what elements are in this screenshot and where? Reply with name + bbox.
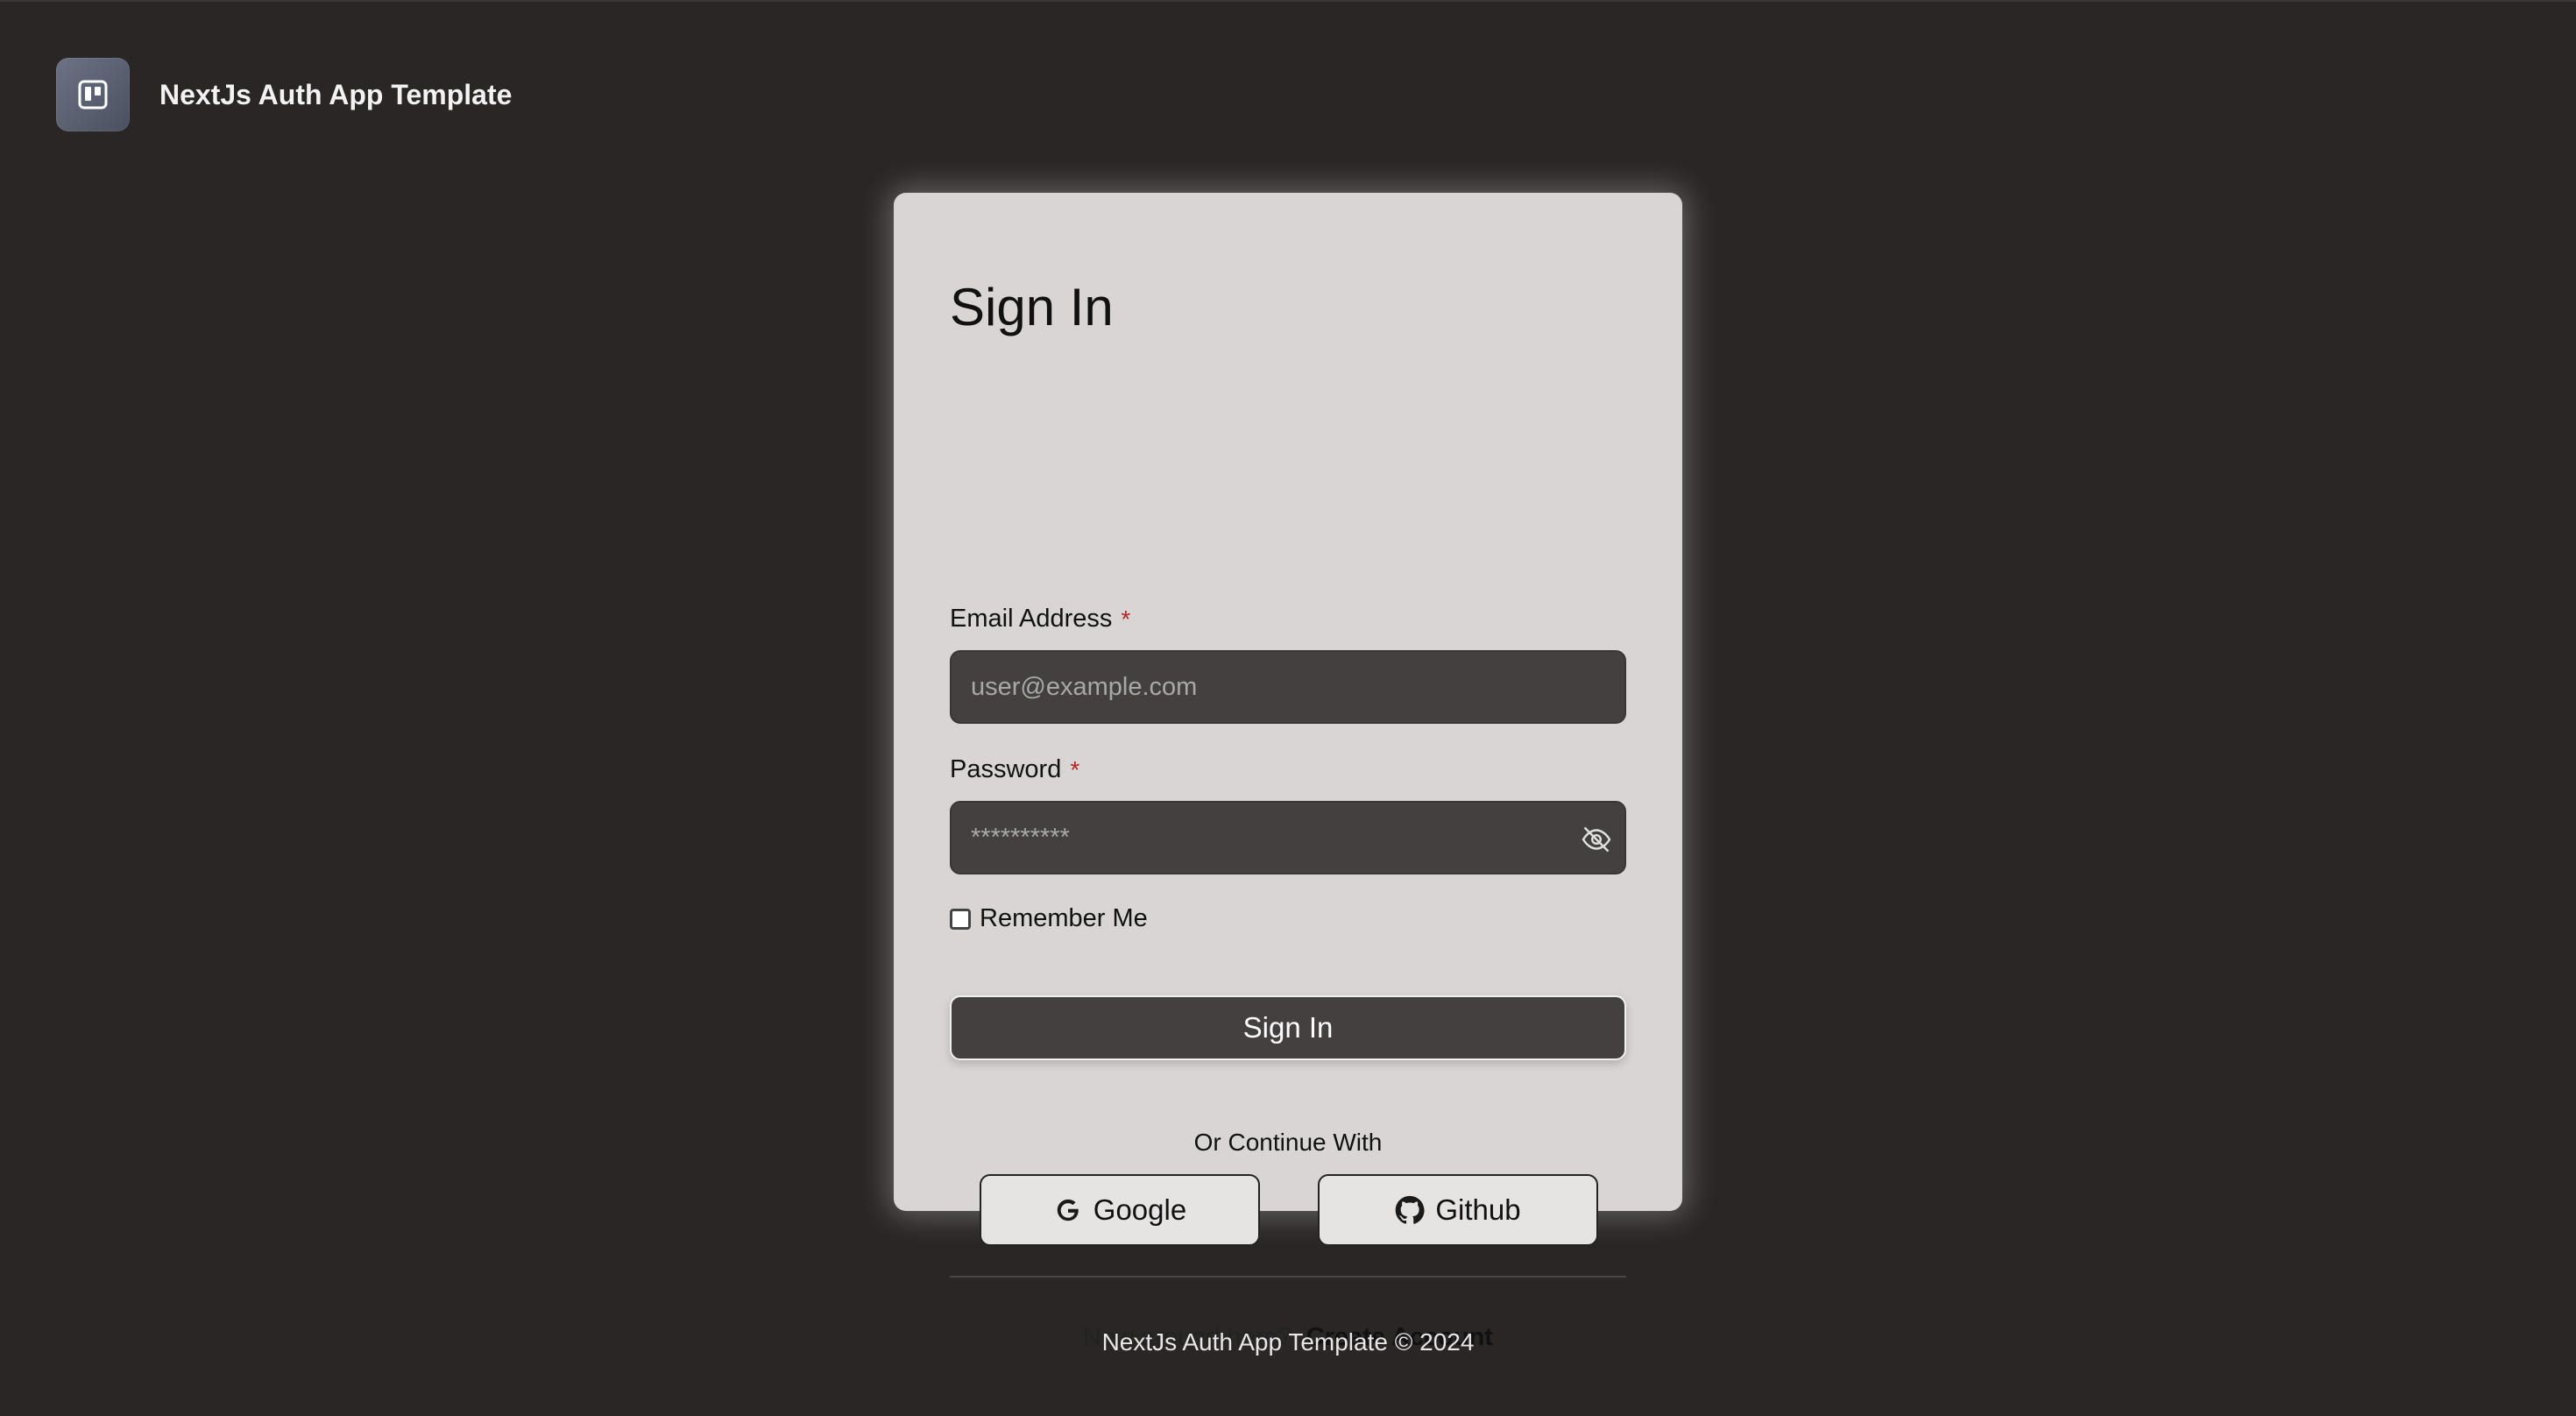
github-icon — [1396, 1195, 1425, 1224]
app-logo[interactable] — [56, 58, 130, 131]
google-button[interactable]: Google — [980, 1174, 1260, 1246]
required-mark: * — [1070, 755, 1080, 783]
remember-me-label: Remember Me — [980, 904, 1148, 932]
footer-text: NextJs Auth App Template © 2024 — [1101, 1328, 1475, 1356]
eye-off-icon[interactable] — [1581, 824, 1612, 855]
email-label-text: Email Address — [950, 605, 1113, 633]
github-button[interactable]: Github — [1318, 1174, 1598, 1246]
password-field[interactable] — [952, 803, 1624, 873]
board-icon — [78, 80, 108, 110]
app-header: NextJs Auth App Template — [56, 58, 512, 131]
email-label: Email Address * — [950, 605, 1130, 634]
password-label: Password * — [950, 755, 1079, 784]
required-mark: * — [1121, 605, 1131, 633]
email-field[interactable] — [952, 652, 1624, 722]
password-label-text: Password — [950, 755, 1062, 783]
sign-in-card: Sign In Email Address * Password * Remem… — [894, 193, 1682, 1351]
google-icon — [1057, 1199, 1080, 1221]
github-label: Github — [1435, 1193, 1521, 1226]
remember-me[interactable]: Remember Me — [950, 904, 1148, 933]
sign-in-button[interactable]: Sign In — [950, 995, 1626, 1060]
password-field-wrapper — [950, 801, 1626, 874]
page-title: Sign In — [950, 278, 1114, 336]
app-title[interactable]: NextJs Auth App Template — [159, 79, 512, 111]
or-continue-with: Or Continue With — [1193, 1129, 1383, 1156]
google-label: Google — [1093, 1193, 1187, 1226]
email-field-wrapper — [950, 650, 1626, 724]
divider — [950, 1276, 1626, 1278]
remember-me-checkbox[interactable] — [950, 908, 971, 930]
